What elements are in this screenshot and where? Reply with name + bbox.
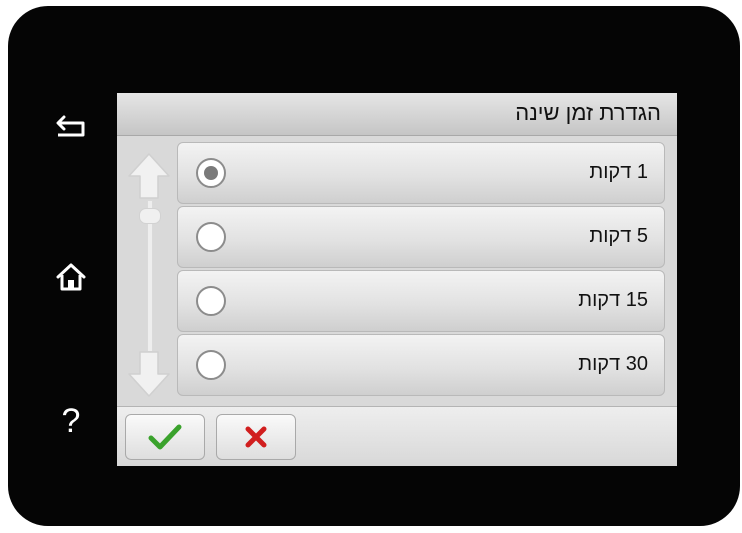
title-bar: הגדרת זמן שינה [117, 93, 677, 136]
option-15-minutes[interactable]: 15 דקות [177, 270, 665, 332]
action-bar [117, 406, 677, 466]
home-icon [56, 263, 86, 291]
radio-button[interactable] [196, 350, 226, 380]
option-label: 30 דקות [578, 353, 648, 375]
close-icon [245, 426, 267, 448]
checkmark-icon [148, 424, 182, 450]
home-button[interactable] [46, 252, 96, 302]
sleep-time-options: 1 דקות 5 דקות 15 דקות 30 דקות [177, 142, 665, 398]
option-list: 1 דקות 5 דקות 15 דקות 30 דקות [117, 136, 677, 406]
option-label: 5 דקות [589, 225, 648, 247]
scrollbar[interactable] [123, 150, 175, 400]
printer-control-panel: ? הגדרת זמן שינה 1 דקות 5 דקות 15 דקות 3… [8, 6, 740, 526]
radio-button[interactable] [196, 286, 226, 316]
option-5-minutes[interactable]: 5 דקות [177, 206, 665, 268]
back-button[interactable] [46, 102, 96, 152]
ok-button[interactable] [125, 414, 205, 460]
help-icon: ? [61, 402, 81, 440]
radio-button[interactable] [196, 158, 226, 188]
help-button[interactable]: ? [46, 396, 96, 446]
scroll-down-icon[interactable] [123, 348, 175, 400]
radio-selected-dot [204, 166, 218, 180]
scroll-up-icon[interactable] [123, 150, 175, 202]
radio-button[interactable] [196, 222, 226, 252]
option-label: 1 דקות [589, 161, 648, 183]
option-1-minute[interactable]: 1 דקות [177, 142, 665, 204]
cancel-button[interactable] [216, 414, 296, 460]
option-label: 15 דקות [578, 289, 648, 311]
touch-screen: הגדרת זמן שינה 1 דקות 5 דקות 15 דקות 30 … [117, 93, 677, 466]
option-30-minutes[interactable]: 30 דקות [177, 334, 665, 396]
scroll-thumb[interactable] [139, 208, 161, 224]
back-arrow-icon [56, 115, 85, 137]
page-title: הגדרת זמן שינה [515, 100, 661, 125]
